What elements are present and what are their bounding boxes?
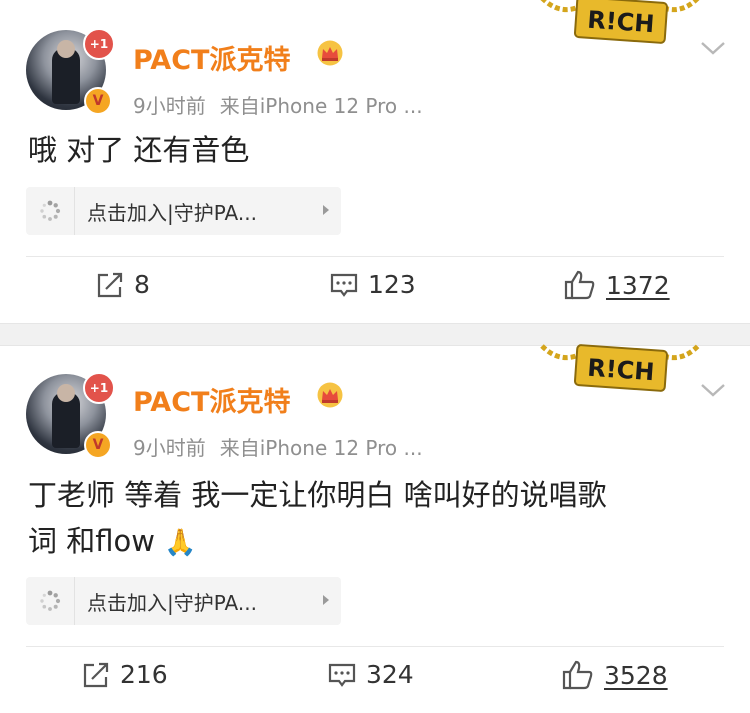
- avatar[interactable]: +1 V: [26, 28, 115, 115]
- username[interactable]: PACT派克特: [133, 380, 290, 419]
- comment-button[interactable]: 324: [328, 660, 414, 689]
- folded-hands-emoji: 🙏: [164, 528, 197, 558]
- rich-chain-decoration: R!CH: [540, 0, 700, 44]
- chevron-down-icon[interactable]: [700, 382, 726, 398]
- like-button[interactable]: 1372: [564, 270, 670, 300]
- caret-right-icon: [323, 205, 329, 215]
- comment-icon: [330, 273, 358, 297]
- svg-text:R!CH: R!CH: [586, 354, 655, 387]
- username[interactable]: PACT派克特: [133, 38, 290, 77]
- verified-badge: V: [84, 431, 112, 459]
- post-meta: 9小时前 来自iPhone 12 Pro ...: [133, 432, 423, 461]
- comment-button[interactable]: 123: [330, 270, 416, 299]
- svg-text:R!CH: R!CH: [586, 6, 655, 39]
- weibo-post: +1 V PACT派克特 9小时前 来自iPhone 12 Pro ... R!C…: [0, 0, 750, 323]
- post-time: 9小时前: [133, 94, 206, 118]
- chevron-down-icon[interactable]: [700, 40, 726, 56]
- comment-icon: [328, 663, 356, 687]
- like-count[interactable]: 1372: [606, 271, 670, 300]
- supergroup-join-card[interactable]: 点击加入|守护PA...: [26, 187, 341, 235]
- supergroup-join-card[interactable]: 点击加入|守护PA...: [26, 577, 341, 625]
- rich-chain-decoration: R!CH: [540, 344, 700, 392]
- comment-count: 324: [366, 660, 414, 689]
- repost-button[interactable]: 8: [96, 270, 150, 299]
- supergroup-label: 点击加入|守护PA...: [87, 590, 257, 615]
- avatar[interactable]: +1 V: [26, 372, 115, 459]
- plus-one-badge: +1: [83, 372, 115, 404]
- crown-icon: [317, 382, 343, 408]
- crown-icon: [317, 40, 343, 66]
- supergroup-label: 点击加入|守护PA...: [87, 200, 257, 225]
- repost-count: 216: [120, 660, 168, 689]
- thumbs-up-icon: [562, 660, 593, 690]
- repost-icon: [83, 662, 109, 687]
- repost-count: 8: [134, 270, 150, 299]
- action-bar: 8 123 1372: [0, 270, 750, 310]
- post-content: 丁老师 等着 我一定让你明白 啥叫好的说唱歌 词 和flow 🙏: [28, 478, 607, 558]
- thumbs-up-icon: [564, 270, 595, 300]
- like-count[interactable]: 3528: [604, 661, 668, 690]
- repost-button[interactable]: 216: [82, 660, 168, 689]
- caret-right-icon: [323, 595, 329, 605]
- post-content: 哦 对了 还有音色: [28, 133, 250, 167]
- repost-icon: [97, 272, 123, 297]
- loading-spinner-icon: [26, 187, 75, 235]
- post-source[interactable]: 来自iPhone 12 Pro ...: [220, 94, 423, 118]
- post-source[interactable]: 来自iPhone 12 Pro ...: [220, 436, 423, 460]
- plus-one-badge: +1: [83, 28, 115, 60]
- weibo-post: +1 V PACT派克特 9小时前 来自iPhone 12 Pro ... R!C…: [0, 344, 750, 713]
- post-time: 9小时前: [133, 436, 206, 460]
- action-bar: 216 324 3528: [0, 660, 750, 700]
- loading-spinner-icon: [26, 577, 75, 625]
- verified-badge: V: [84, 87, 112, 115]
- comment-count: 123: [368, 270, 416, 299]
- like-button[interactable]: 3528: [562, 660, 668, 690]
- post-meta: 9小时前 来自iPhone 12 Pro ...: [133, 90, 423, 119]
